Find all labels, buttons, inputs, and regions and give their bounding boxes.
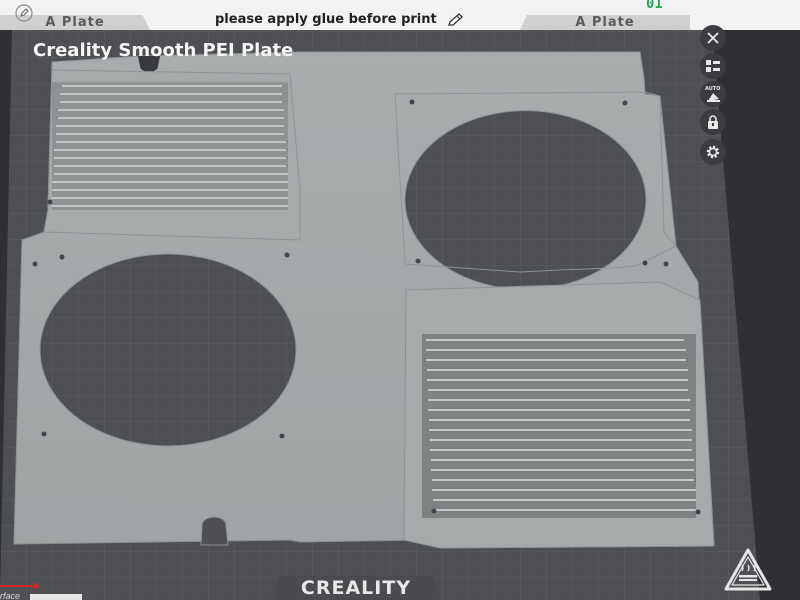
- bed-title: Creality Smooth PEI Plate: [33, 40, 294, 61]
- auto-orient-button[interactable]: AUTO: [700, 81, 726, 107]
- auto-orient-icon: AUTO: [705, 86, 720, 102]
- print-bed-svg: [0, 28, 760, 600]
- close-plate-button[interactable]: [700, 25, 726, 51]
- gear-icon: [706, 145, 720, 159]
- arrange-button[interactable]: [700, 53, 726, 79]
- pencil-icon[interactable]: [446, 12, 466, 28]
- vent-slats-bottom-right: [422, 334, 696, 518]
- heated-bed-warning-icon: [723, 547, 773, 593]
- glue-note: please apply glue before print: [215, 12, 437, 27]
- lock-icon: [708, 115, 718, 129]
- plate-tab-left-label: A Plate: [45, 15, 105, 30]
- printer-logo-tab: CREALITY: [272, 576, 440, 600]
- plate-tab-right[interactable]: A Plate: [520, 15, 690, 30]
- edit-icon[interactable]: [14, 3, 34, 23]
- build-plate-viewport[interactable]: Creality Smooth PEI Plate A Plate A Plat…: [0, 0, 800, 600]
- close-icon: [707, 32, 719, 44]
- lock-plate-button[interactable]: [700, 109, 726, 135]
- arrange-icon: [706, 60, 720, 72]
- plate-settings-button[interactable]: [700, 139, 726, 165]
- printer-logo: CREALITY: [300, 577, 412, 599]
- vent-slats-top-left: [52, 82, 288, 210]
- surface-label-box: [30, 594, 82, 600]
- plate-top-bar: A Plate A Plate please apply glue before…: [0, 0, 800, 30]
- print-bed: Creality Smooth PEI Plate: [0, 0, 800, 600]
- plate-number: 01: [646, 0, 663, 12]
- plate-tab-right-label: A Plate: [575, 15, 635, 30]
- surface-label-fragment: rface: [0, 591, 21, 600]
- auto-label: AUTO: [705, 86, 720, 92]
